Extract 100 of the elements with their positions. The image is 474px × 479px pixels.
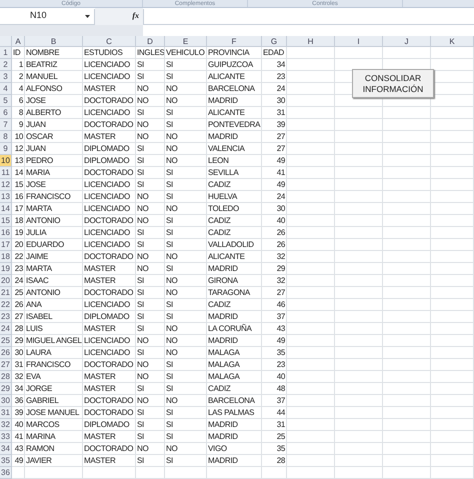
column-header[interactable]: C — [83, 36, 136, 47]
row-header[interactable]: 21 — [0, 287, 12, 299]
table-cell: SI — [165, 431, 207, 443]
row-header[interactable]: 8 — [0, 131, 12, 143]
column-header[interactable]: G — [262, 36, 287, 47]
empty-cell — [287, 143, 335, 155]
empty-cell — [335, 143, 383, 155]
table-cell: JAIME — [25, 251, 83, 263]
table-cell: SI — [165, 215, 207, 227]
table-cell: SI — [165, 263, 207, 275]
row-header[interactable]: 18 — [0, 251, 12, 263]
row-header[interactable]: 13 — [0, 191, 12, 203]
row-header[interactable]: 12 — [0, 179, 12, 191]
empty-cell — [287, 299, 335, 311]
table-cell: 49 — [262, 335, 287, 347]
row-header[interactable]: 30 — [0, 395, 12, 407]
row-header[interactable]: 32 — [0, 419, 12, 431]
row-header[interactable]: 15 — [0, 215, 12, 227]
table-cell: ALICANTE — [207, 107, 262, 119]
column-header[interactable]: K — [431, 36, 474, 47]
empty-cell — [383, 263, 431, 275]
table-cell: 15 — [12, 179, 25, 191]
empty-cell — [335, 311, 383, 323]
column-header[interactable]: B — [25, 36, 83, 47]
row-header[interactable]: 25 — [0, 335, 12, 347]
table-cell: MALAGA — [207, 347, 262, 359]
table-cell: NO — [136, 395, 165, 407]
row-header[interactable]: 24 — [0, 323, 12, 335]
table-cell: 20 — [12, 239, 25, 251]
column-header[interactable]: H — [287, 36, 335, 47]
row-header[interactable]: 35 — [0, 455, 12, 467]
empty-cell — [335, 227, 383, 239]
empty-cell — [262, 467, 287, 479]
column-header[interactable]: E — [165, 36, 207, 47]
table-cell: NO — [136, 191, 165, 203]
table-cell: PONTEVEDRA — [207, 119, 262, 131]
empty-cell — [136, 467, 165, 479]
empty-cell — [383, 155, 431, 167]
table-cell: 41 — [12, 431, 25, 443]
column-header[interactable]: I — [335, 36, 383, 47]
table-cell: 32 — [262, 251, 287, 263]
table-cell: LICENCIADO — [83, 59, 136, 71]
table-cell: 35 — [262, 443, 287, 455]
row-header[interactable]: 26 — [0, 347, 12, 359]
row-header[interactable]: 7 — [0, 119, 12, 131]
row-header[interactable]: 17 — [0, 239, 12, 251]
empty-cell — [431, 287, 474, 299]
empty-cell — [207, 467, 262, 479]
column-header[interactable]: D — [136, 36, 165, 47]
row-header[interactable]: 22 — [0, 299, 12, 311]
row-header[interactable]: 4 — [0, 83, 12, 95]
table-cell: NO — [136, 119, 165, 131]
row-header[interactable]: 29 — [0, 383, 12, 395]
row-header[interactable]: 9 — [0, 143, 12, 155]
table-cell: TOLEDO — [207, 203, 262, 215]
row-header[interactable]: 10 — [0, 155, 12, 167]
empty-cell — [431, 431, 474, 443]
table-cell: 10 — [12, 131, 25, 143]
row-header[interactable]: 1 — [0, 47, 12, 59]
row-header[interactable]: 16 — [0, 227, 12, 239]
table-cell: NO — [136, 371, 165, 383]
table-cell: 1 — [12, 59, 25, 71]
row-header[interactable]: 28 — [0, 371, 12, 383]
row-header[interactable]: 36 — [0, 467, 12, 479]
table-cell: SI — [136, 155, 165, 167]
table-cell: 40 — [262, 215, 287, 227]
row-header[interactable]: 2 — [0, 59, 12, 71]
table-cell: DIPLOMADO — [83, 155, 136, 167]
row-header[interactable]: 23 — [0, 311, 12, 323]
empty-cell — [287, 347, 335, 359]
empty-cell — [431, 299, 474, 311]
consolidate-button[interactable]: CONSOLIDAR INFORMACIÓN — [352, 69, 434, 98]
row-header[interactable]: 33 — [0, 431, 12, 443]
column-header[interactable]: A — [12, 36, 25, 47]
column-header[interactable]: F — [207, 36, 262, 47]
table-cell: 41 — [262, 167, 287, 179]
row-header[interactable]: 20 — [0, 275, 12, 287]
insert-function-button[interactable]: fx — [132, 11, 139, 21]
row-header[interactable]: 19 — [0, 263, 12, 275]
empty-cell — [383, 347, 431, 359]
row-header[interactable]: 14 — [0, 203, 12, 215]
row-header[interactable]: 6 — [0, 107, 12, 119]
row-header[interactable]: 27 — [0, 359, 12, 371]
table-cell: 28 — [12, 323, 25, 335]
table-cell: GIRONA — [207, 275, 262, 287]
table-cell: 23 — [262, 71, 287, 83]
row-header[interactable]: 31 — [0, 407, 12, 419]
table-cell: 34 — [262, 59, 287, 71]
dropdown-arrow-icon[interactable] — [85, 14, 90, 18]
row-header[interactable]: 11 — [0, 167, 12, 179]
empty-cell — [83, 467, 136, 479]
row-header[interactable]: 34 — [0, 443, 12, 455]
select-all-corner[interactable] — [0, 36, 12, 47]
table-cell: DOCTORADO — [83, 251, 136, 263]
row-header[interactable]: 3 — [0, 71, 12, 83]
row-header[interactable]: 5 — [0, 95, 12, 107]
table-cell: MASTER — [83, 383, 136, 395]
column-header[interactable]: J — [383, 36, 431, 47]
table-cell: 43 — [12, 443, 25, 455]
table-cell: NO — [165, 275, 207, 287]
